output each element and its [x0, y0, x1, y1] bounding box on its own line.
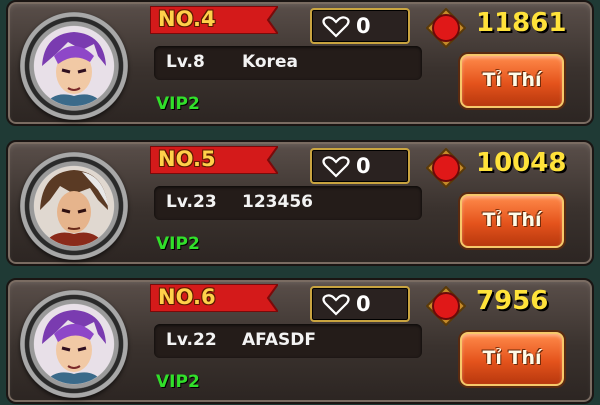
vip-label: VIP2 [156, 234, 200, 254]
power-gem-icon [426, 148, 466, 188]
rank-label: NO.4 [158, 7, 216, 31]
heart-icon [322, 16, 350, 38]
player-name: Korea [242, 52, 298, 72]
challenge-button[interactable]: Tỉ Thí [460, 332, 564, 386]
power-value: 11861 [476, 8, 567, 38]
heart-icon [322, 156, 350, 178]
vip-label: VIP2 [156, 372, 200, 392]
challenge-button[interactable]: Tỉ Thí [460, 54, 564, 108]
rank-label: NO.6 [158, 285, 216, 309]
player-name: 123456 [242, 192, 313, 212]
power-gem-icon [426, 286, 466, 326]
player-info-bar: Lv.22 AFASDF [154, 324, 422, 358]
power-value: 7956 [476, 286, 549, 316]
ranking-row: NO.4 0 11861 Lv.8 Korea VIP2 Tỉ Thí [6, 0, 594, 126]
rank-ribbon: NO.6 [150, 284, 278, 312]
like-button[interactable]: 0 [310, 8, 410, 44]
like-count: 0 [356, 14, 371, 38]
power-gem-icon [426, 8, 466, 48]
hero-portrait-icon [34, 166, 114, 246]
player-level: Lv.8 [166, 52, 205, 72]
ranking-row: NO.6 0 7956 Lv.22 AFASDF VIP2 Tỉ Thí [6, 278, 594, 404]
ranking-row: NO.5 0 10048 Lv.23 123456 VIP2 Tỉ Thí [6, 140, 594, 266]
player-level: Lv.23 [166, 192, 217, 212]
like-button[interactable]: 0 [310, 286, 410, 322]
power-value: 10048 [476, 148, 567, 178]
player-name: AFASDF [242, 330, 316, 350]
player-avatar[interactable] [20, 152, 128, 260]
like-count: 0 [356, 154, 371, 178]
like-button[interactable]: 0 [310, 148, 410, 184]
heart-icon [322, 294, 350, 316]
rank-ribbon: NO.5 [150, 146, 278, 174]
hero-portrait-icon [34, 26, 114, 106]
rank-ribbon: NO.4 [150, 6, 278, 34]
challenge-button[interactable]: Tỉ Thí [460, 194, 564, 248]
hero-portrait-icon [34, 304, 114, 384]
player-avatar[interactable] [20, 290, 128, 398]
rank-label: NO.5 [158, 147, 216, 171]
like-count: 0 [356, 292, 371, 316]
player-info-bar: Lv.8 Korea [154, 46, 422, 80]
player-level: Lv.22 [166, 330, 217, 350]
vip-label: VIP2 [156, 94, 200, 114]
player-avatar[interactable] [20, 12, 128, 120]
player-info-bar: Lv.23 123456 [154, 186, 422, 220]
